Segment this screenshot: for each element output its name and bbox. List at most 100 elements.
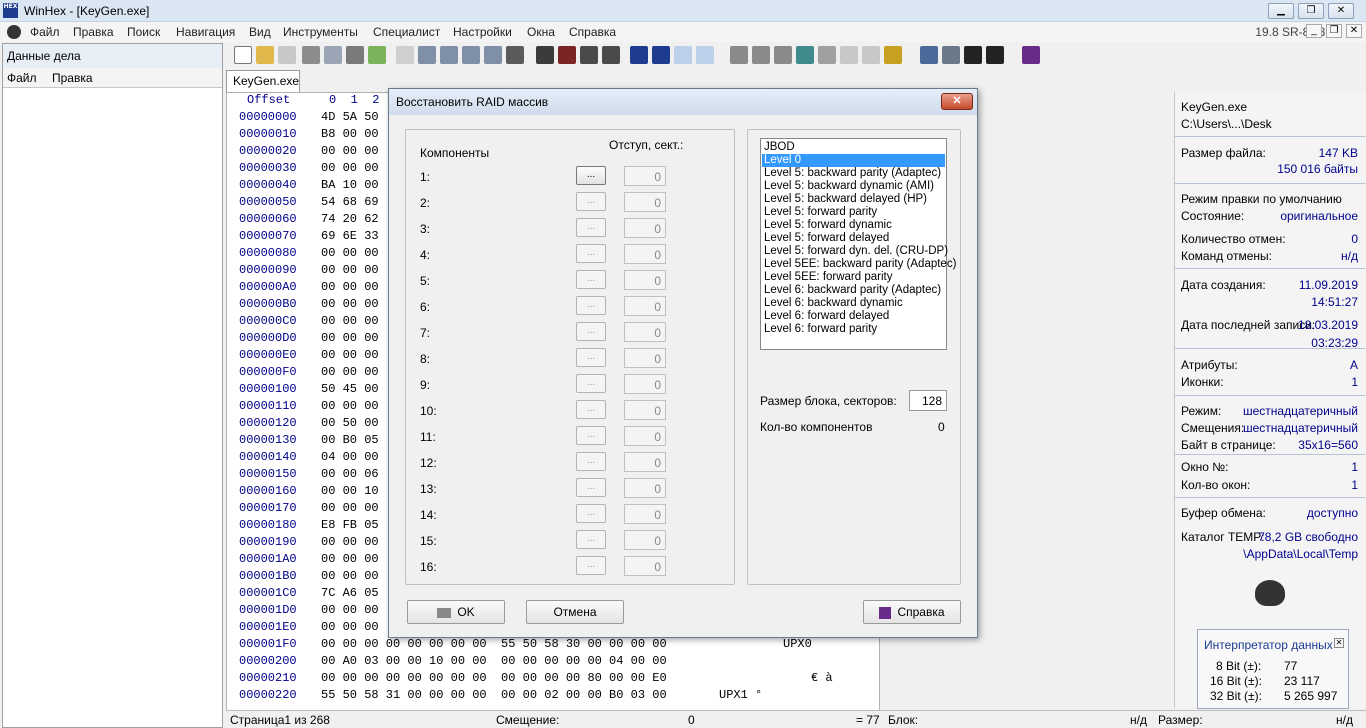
find-hex-icon[interactable] [558,46,576,64]
raid-level-item[interactable]: Level 5: forward dynamic [762,219,945,232]
raid-level-item[interactable]: Level 5: forward delayed [762,232,945,245]
hat-icon[interactable] [7,25,21,39]
raid-level-item[interactable]: Level 5: forward dyn. del. (CRU-DP) [762,245,948,258]
raid-level-item[interactable]: Level 6: forward parity [762,323,945,336]
hex-row[interactable]: 00 00 00 [321,314,379,331]
update-icon[interactable] [368,46,386,64]
find-text-icon[interactable] [536,46,554,64]
hex-row[interactable]: 00 50 00 [321,416,379,433]
browse-component-button[interactable]: ... [576,426,606,445]
raid-level-item[interactable]: Level 5: backward parity (Adaptec) [762,167,945,180]
menu-tools[interactable]: Инструменты [283,25,358,39]
menu-help[interactable]: Справка [569,25,616,39]
hex-row[interactable]: 00 00 00 [321,144,379,161]
raid-level-item[interactable]: Level 5: forward parity [762,206,945,219]
calculator-icon[interactable] [796,46,814,64]
help-book-icon[interactable] [1022,46,1040,64]
offset-input[interactable]: 0 [624,426,666,446]
hex-row[interactable]: 69 6E 33 [321,229,379,246]
disk-ram-icon[interactable] [774,46,792,64]
offset-input[interactable]: 0 [624,556,666,576]
hex-row[interactable]: 00 00 00 [321,331,379,348]
offset-input[interactable]: 0 [624,348,666,368]
menu-file[interactable]: Файл [30,25,60,39]
ok-button[interactable]: OK [407,600,505,624]
hex-row[interactable]: 4D 5A 50 [321,110,379,127]
offset-input[interactable]: 0 [624,478,666,498]
undo-icon[interactable] [396,46,414,64]
binary-icon[interactable] [506,46,524,64]
browse-component-button[interactable]: ... [576,218,606,237]
hex-row[interactable]: B8 00 00 [321,127,379,144]
replace-text-icon[interactable] [580,46,598,64]
raid-level-item[interactable]: Level 6: backward dynamic [762,297,945,310]
offset-input[interactable]: 0 [624,296,666,316]
hex-row[interactable]: 74 20 62 [321,212,379,229]
raid-level-item[interactable]: Level 6: backward parity (Adaptec) [762,284,945,297]
hex-row[interactable]: 00 00 00 [321,280,379,297]
hex-row[interactable]: 00 00 00 [321,365,379,382]
menu-specialist[interactable]: Специалист [373,25,440,39]
tool2-icon[interactable] [862,46,880,64]
case-menu-edit[interactable]: Правка [52,71,93,85]
raid-level-item[interactable]: Level 0 [762,154,945,167]
browse-component-button[interactable]: ... [576,556,606,575]
browse-component-button[interactable]: ... [576,400,606,419]
hex-row[interactable]: 00 00 06 [321,467,379,484]
hex-row[interactable]: 00 00 00 [321,161,379,178]
hex-row[interactable]: BA 10 00 [321,178,379,195]
hex-row[interactable]: 00 00 00 [321,535,379,552]
browse-component-button[interactable]: ... [576,322,606,341]
new-file-icon[interactable] [234,46,252,64]
close-icon[interactable]: ✕ [1328,3,1354,19]
offset-input[interactable]: 0 [624,530,666,550]
offset-input[interactable]: 0 [624,322,666,342]
browse-component-button[interactable]: ... [576,296,606,315]
minimize-icon[interactable]: ▁ [1268,3,1294,19]
offset-input[interactable]: 0 [624,270,666,290]
offset-input[interactable]: 0 [624,218,666,238]
next-icon[interactable] [986,46,1004,64]
hex-row[interactable]: 7C A6 05 [321,586,379,603]
offset-input[interactable]: 0 [624,192,666,212]
browse-component-button[interactable]: ... [576,244,606,263]
browse-component-button[interactable]: ... [576,530,606,549]
raid-level-item[interactable]: Level 6: forward delayed [762,310,945,323]
save-icon[interactable] [278,46,296,64]
export-icon[interactable] [346,46,364,64]
browse-component-button[interactable]: ... [576,478,606,497]
browse-component-button[interactable]: ... [576,192,606,211]
prev-icon[interactable] [964,46,982,64]
browse-component-button[interactable]: ... [576,348,606,367]
case-menu-file[interactable]: Файл [7,71,37,85]
hex-row[interactable]: 00 00 00 [321,552,379,569]
block-size-input[interactable]: 128 [909,390,947,411]
menu-windows[interactable]: Окна [527,25,555,39]
browse-component-button[interactable]: ... [576,452,606,471]
mdi-restore-icon[interactable]: ❐ [1326,24,1342,38]
tool-icon[interactable] [840,46,858,64]
properties-icon[interactable] [324,46,342,64]
dialog-close-icon[interactable]: ✕ [941,93,973,110]
hex-row[interactable]: 00 00 00 [321,399,379,416]
offset-input[interactable]: 0 [624,400,666,420]
hex-row[interactable]: 00 00 00 [321,348,379,365]
menu-edit[interactable]: Правка [73,25,114,39]
hex-row[interactable]: 00 00 00 [321,297,379,314]
paste-icon[interactable] [462,46,480,64]
paste-write-icon[interactable] [484,46,502,64]
raid-level-item[interactable]: Level 5: backward delayed (HP) [762,193,945,206]
offset-input[interactable]: 0 [624,244,666,264]
print-icon[interactable] [302,46,320,64]
hex-row[interactable]: 00 00 00 [321,620,379,637]
goto-sector-icon[interactable] [652,46,670,64]
hex-row[interactable]: 00 00 00 00 00 00 00 00 00 00 00 00 80 0… [321,671,667,688]
interpreter-close-icon[interactable]: ✕ [1334,638,1344,648]
hex-row[interactable]: 00 00 00 00 00 00 00 00 55 50 58 30 00 0… [321,637,667,654]
hex-row[interactable]: E8 FB 05 [321,518,379,535]
raid-level-list[interactable]: JBOD Level 0 Level 5: backward parity (Ada… [760,138,956,350]
hex-row[interactable]: 54 68 69 [321,195,379,212]
cut-icon[interactable] [418,46,436,64]
hex-row[interactable]: 00 A0 03 00 00 10 00 00 00 00 00 00 00 0… [321,654,667,671]
offset-input[interactable]: 0 [624,374,666,394]
